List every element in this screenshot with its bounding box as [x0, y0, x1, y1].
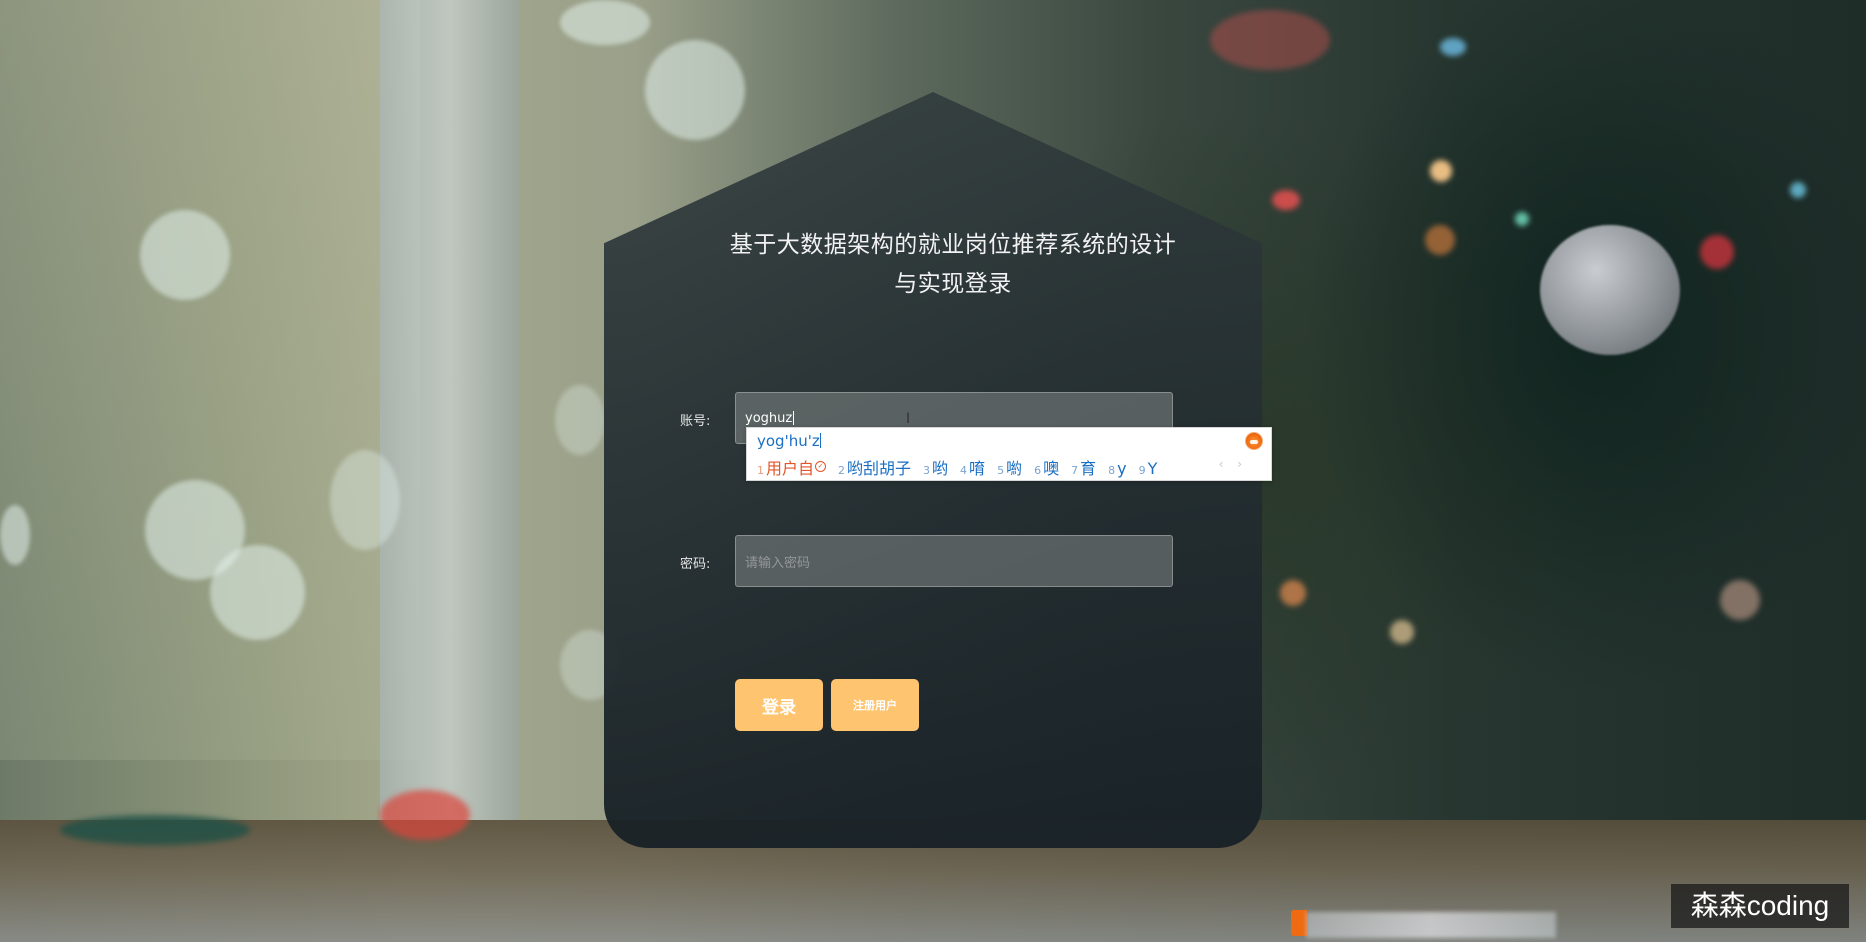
ime-candidate-number: 4 — [960, 464, 968, 477]
bokeh-light — [140, 210, 230, 300]
account-label: 账号: — [680, 414, 711, 429]
background-window — [0, 0, 420, 760]
ibeam-cursor-icon: Ⅰ — [906, 411, 911, 427]
ime-candidate-text: 喲 — [1006, 459, 1023, 478]
tree-light — [1430, 160, 1452, 182]
tray-app-icon[interactable] — [1291, 910, 1307, 936]
password-input[interactable]: 请输入密码 — [735, 535, 1173, 587]
ime-logo-icon[interactable] — [1245, 432, 1263, 450]
ime-candidate-number: 9 — [1138, 464, 1146, 477]
ime-candidate-text: 哟 — [932, 459, 949, 478]
tree-light — [1700, 235, 1734, 269]
page-title: 基于大数据架构的就业岗位推荐系统的设计与实现登录 — [729, 232, 1177, 297]
tree-light — [1440, 38, 1466, 56]
ime-candidate-number: 6 — [1034, 464, 1042, 477]
ime-caret — [819, 433, 821, 448]
check-circle-icon: ✓ — [815, 461, 827, 472]
taskbar-blur — [1306, 912, 1556, 938]
background-pillar — [380, 0, 520, 820]
ime-composition: yog'hu'z — [757, 432, 821, 450]
ime-candidate-window: yog'hu'z 1 用户自 ✓ 2 哟刮胡子 3哟 4唷 5喲 6噢 7育 8y 9… — [746, 427, 1272, 481]
tree-light — [1425, 225, 1455, 255]
tree-light — [1210, 10, 1330, 70]
ime-candidate[interactable]: 5喲 — [997, 455, 1022, 479]
text-caret — [793, 411, 795, 425]
bokeh-light — [555, 385, 605, 455]
ime-candidate-text: 哟刮胡子 — [847, 459, 912, 478]
ime-candidate[interactable]: 9Y — [1139, 459, 1158, 478]
ime-candidate[interactable]: 6噢 — [1034, 455, 1059, 479]
password-label: 密码: — [680, 557, 711, 572]
ime-candidate-text: 唷 — [969, 459, 986, 478]
ime-candidate[interactable]: 8y — [1108, 459, 1126, 478]
ime-candidate-number: 5 — [997, 464, 1005, 477]
ime-candidate-text: y — [1117, 459, 1127, 478]
tree-light — [1720, 580, 1760, 620]
tree-light — [1790, 182, 1806, 198]
ime-page-arrows[interactable]: ‹ › — [1219, 457, 1247, 471]
ime-candidate-text: Y — [1147, 459, 1158, 478]
ime-candidate-text: 噢 — [1043, 459, 1060, 478]
bokeh-light — [645, 40, 745, 140]
tree-light — [1272, 190, 1300, 210]
tree-light — [380, 790, 470, 840]
tree-light — [1390, 620, 1414, 644]
register-button[interactable]: 注册用户 — [831, 679, 919, 731]
bokeh-light — [330, 450, 400, 550]
tree-light — [1515, 212, 1529, 226]
ime-candidate-number: 8 — [1108, 464, 1116, 477]
ime-candidate[interactable]: 3哟 — [923, 455, 948, 479]
ime-candidate-number: 1 — [757, 464, 764, 477]
password-placeholder: 请输入密码 — [745, 555, 811, 571]
bokeh-light — [210, 545, 305, 640]
ime-candidate[interactable]: 1 用户自 ✓ — [757, 455, 827, 479]
bokeh-light — [560, 0, 650, 45]
ime-candidate-number: 7 — [1071, 464, 1079, 477]
ime-candidate[interactable]: 2 哟刮胡子 — [838, 455, 911, 479]
ime-candidate-number: 2 — [838, 464, 846, 477]
ime-candidate-number: 3 — [923, 464, 931, 477]
ime-candidate-text: 用户自 — [766, 459, 815, 478]
ime-candidate-list: 1 用户自 ✓ 2 哟刮胡子 3哟 4唷 5喲 6噢 7育 8y 9Y — [757, 455, 1169, 479]
login-button[interactable]: 登录 — [735, 679, 823, 731]
bokeh-light — [0, 505, 30, 565]
ime-composition-text: yog'hu'z — [757, 432, 820, 450]
tree-light — [60, 815, 250, 845]
ime-candidate-text: 育 — [1080, 459, 1097, 478]
ime-candidate[interactable]: 4唷 — [960, 455, 985, 479]
tree-ornament — [1540, 225, 1680, 355]
watermark: 森森coding — [1671, 884, 1849, 928]
account-input-value: yoghuz — [745, 410, 793, 426]
ime-candidate[interactable]: 7育 — [1071, 455, 1096, 479]
tree-light — [1280, 580, 1306, 606]
